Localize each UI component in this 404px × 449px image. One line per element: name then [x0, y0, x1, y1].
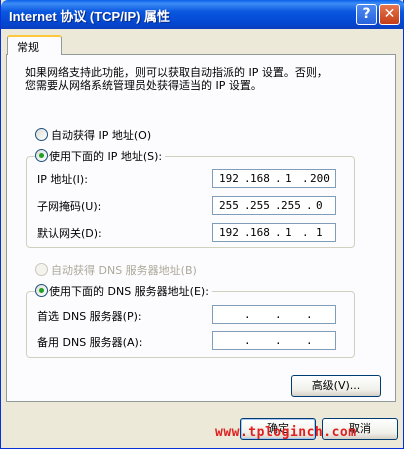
ip-address-octet-1: 192 [219, 172, 239, 185]
close-button[interactable]: ✕ [379, 4, 400, 25]
default-gateway-label: 默认网关(D): [37, 227, 102, 240]
ip-address-octet-4: 200 [310, 172, 330, 185]
default-gateway-input[interactable]: 192 . 168 . 1 . 1 [212, 223, 336, 242]
watermark-text: www.tploginch.com [215, 425, 357, 440]
ip-auto-radio[interactable] [35, 128, 48, 141]
ip-address-octet-3: 1 [285, 172, 292, 185]
subnet-mask-octet-4: 0 [316, 199, 323, 212]
subnet-mask-octet-1: 255 [219, 199, 239, 212]
description-text: 如果网络支持此功能，则可以获取自动指派的 IP 设置。否则， 您需要从网络系统管… [25, 66, 328, 92]
preferred-dns-input[interactable]: . . . [212, 305, 336, 324]
dns-auto-label[interactable]: 自动获得 DNS 服务器地址(B) [51, 262, 197, 278]
description-line-1: 如果网络支持此功能，则可以获取自动指派的 IP 设置。否则， [25, 66, 328, 79]
advanced-button[interactable]: 高级(V)... [291, 375, 381, 397]
alternate-dns-input[interactable]: . . . [212, 331, 336, 350]
default-gateway-octet-1: 192 [219, 226, 239, 239]
default-gateway-octet-2: 168 [250, 226, 270, 239]
dns-manual-label[interactable]: 使用下面的 DNS 服务器地址(E): [49, 283, 212, 299]
description-line-2: 您需要从网络系统管理员处获得适当的 IP 设置。 [25, 79, 262, 92]
preferred-dns-label: 首选 DNS 服务器(P): [37, 310, 142, 323]
ip-auto-label[interactable]: 自动获得 IP 地址(O) [51, 127, 151, 143]
tab-general-label: 常规 [17, 41, 39, 54]
subnet-mask-label: 子网掩码(U): [37, 200, 102, 213]
dns-auto-radio[interactable] [35, 263, 48, 276]
dns-manual-radio[interactable] [35, 284, 48, 297]
subnet-mask-input[interactable]: 255 . 255 . 255 . 0 [212, 196, 336, 215]
ip-manual-label[interactable]: 使用下面的 IP 地址(S): [49, 148, 166, 164]
default-gateway-octet-4: 1 [316, 226, 323, 239]
ip-address-input[interactable]: 192 . 168 . 1 . 200 [212, 169, 336, 188]
subnet-mask-octet-2: 255 [250, 199, 270, 212]
title-bar[interactable]: Internet 协议 (TCP/IP) 属性 ? ✕ [1, 0, 404, 29]
ip-address-label: IP 地址(I): [37, 173, 88, 186]
subnet-mask-octet-3: 255 [281, 199, 301, 212]
help-button[interactable]: ? [356, 4, 377, 25]
alternate-dns-label: 备用 DNS 服务器(A): [37, 336, 143, 349]
tcpip-properties-dialog: Internet 协议 (TCP/IP) 属性 ? ✕ 常规 如果网络支持此功能… [0, 0, 404, 449]
ip-address-octet-2: 168 [250, 172, 270, 185]
tab-general[interactable]: 常规 [7, 35, 62, 55]
ip-manual-radio[interactable] [35, 149, 48, 162]
window-title: Internet 协议 (TCP/IP) 属性 [9, 9, 171, 24]
default-gateway-octet-3: 1 [285, 226, 292, 239]
